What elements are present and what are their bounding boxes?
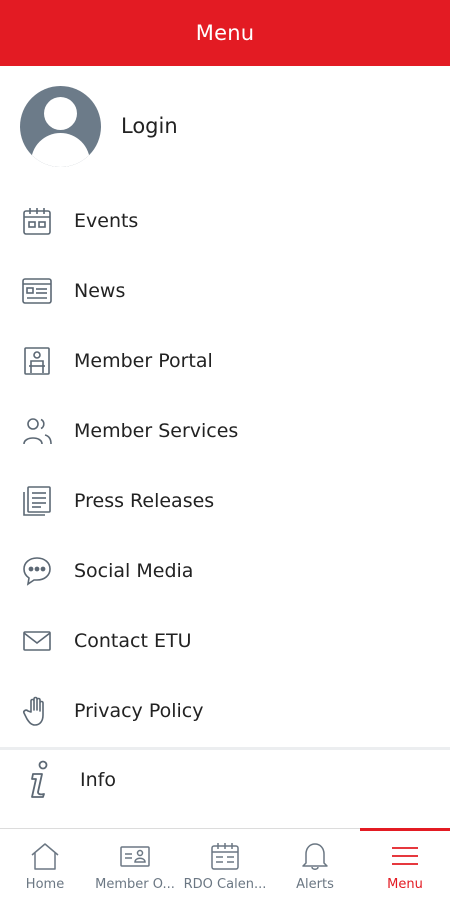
login-row[interactable]: Login <box>0 66 450 186</box>
menu-item-label: Info <box>80 769 116 791</box>
menu-item-member-services[interactable]: Member Services <box>0 396 450 466</box>
chat-bubble-icon <box>20 554 54 588</box>
menu-item-label: Events <box>74 210 139 232</box>
menu-item-events[interactable]: Events <box>0 186 450 256</box>
tab-label: Menu <box>387 877 423 892</box>
calendar-icon <box>210 841 240 871</box>
menu-item-privacy-policy[interactable]: Privacy Policy <box>0 676 450 746</box>
menu-item-label: Contact ETU <box>74 630 192 652</box>
tab-alerts[interactable]: Alerts <box>270 829 360 900</box>
hamburger-icon <box>390 841 420 871</box>
tab-label: RDO Calen... <box>183 877 267 892</box>
menu-list: Events News Member Portal Member Service… <box>0 186 450 746</box>
menu-item-info[interactable]: Info <box>0 750 450 810</box>
menu-item-contact-etu[interactable]: Contact ETU <box>0 606 450 676</box>
home-icon <box>30 841 60 871</box>
menu-item-member-portal[interactable]: Member Portal <box>0 326 450 396</box>
tab-member-online[interactable]: Member O... <box>90 829 180 900</box>
tab-home[interactable]: Home <box>0 829 90 900</box>
tab-rdo-calendar[interactable]: RDO Calen... <box>180 829 270 900</box>
avatar[interactable] <box>20 85 101 167</box>
menu-item-label: Press Releases <box>74 490 215 512</box>
bottom-tab-bar: Home Member O... RDO Calen... Alerts Men… <box>0 828 450 900</box>
hand-icon <box>20 694 54 728</box>
member-portal-icon <box>20 344 54 378</box>
menu-item-label: Member Portal <box>74 350 213 372</box>
tab-label: Alerts <box>296 877 334 892</box>
calendar-icon <box>20 204 54 238</box>
menu-item-label: Social Media <box>74 560 194 582</box>
people-icon <box>20 414 54 448</box>
menu-item-label: Member Services <box>74 420 239 442</box>
document-icon <box>20 484 54 518</box>
info-icon <box>22 760 56 800</box>
envelope-icon <box>20 624 54 658</box>
newspaper-icon <box>20 274 54 308</box>
member-card-icon <box>120 841 150 871</box>
bell-icon <box>300 841 330 871</box>
app-header: Menu <box>0 0 450 66</box>
tab-menu[interactable]: Menu <box>360 828 450 900</box>
tab-label: Home <box>25 877 65 892</box>
menu-item-social-media[interactable]: Social Media <box>0 536 450 606</box>
page-title: Menu <box>195 21 255 45</box>
menu-item-label: News <box>74 280 126 302</box>
menu-item-news[interactable]: News <box>0 256 450 326</box>
menu-item-label: Privacy Policy <box>74 700 204 722</box>
tab-label: Member O... <box>95 877 175 892</box>
login-label: Login <box>121 114 178 138</box>
menu-item-press-releases[interactable]: Press Releases <box>0 466 450 536</box>
